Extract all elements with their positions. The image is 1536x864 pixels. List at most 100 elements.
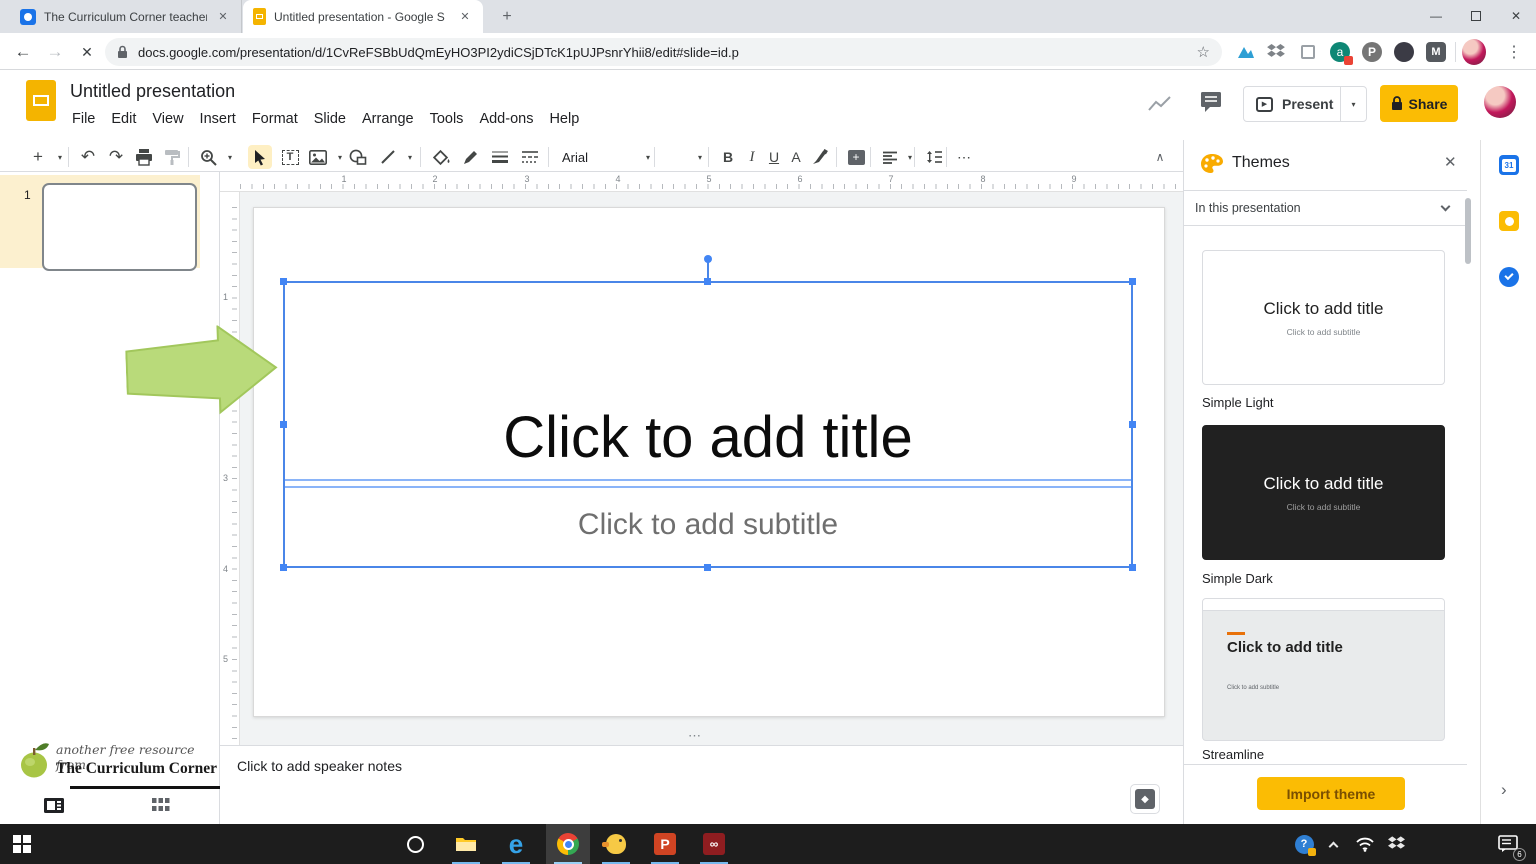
menu-tools[interactable]: Tools (422, 108, 472, 130)
grid-view-icon[interactable] (152, 798, 170, 817)
tray-expand-chevron[interactable] (1318, 824, 1348, 864)
keep-icon[interactable] (1499, 211, 1519, 231)
slides-app-icon[interactable] (26, 80, 56, 121)
notes-drag-handle[interactable]: ⋯ (688, 728, 703, 744)
zoom-dropdown[interactable]: ▾ (218, 145, 242, 169)
file-explorer-icon[interactable] (444, 824, 488, 864)
document-title[interactable]: Untitled presentation (70, 81, 235, 102)
slide-thumbnail[interactable] (42, 183, 197, 271)
font-family-select[interactable]: Arial (562, 145, 642, 169)
resize-handle-sw[interactable] (280, 564, 287, 571)
wave-extension-icon[interactable] (1234, 40, 1258, 64)
subtitle-placeholder-text[interactable]: Click to add subtitle (285, 490, 1131, 560)
filmstrip-view-icon[interactable] (44, 798, 64, 818)
action-center-button[interactable]: 6 (1488, 824, 1528, 864)
title-placeholder-selection[interactable]: Click to add title Click to add subtitle (280, 255, 1136, 571)
bookmark-star-icon[interactable]: ☆ (1197, 43, 1210, 61)
insert-line-dropdown[interactable]: ▾ (398, 145, 422, 169)
themes-scrollbar[interactable] (1465, 198, 1471, 264)
powerpoint-icon[interactable]: P (643, 824, 687, 864)
grammar-extension-icon[interactable]: a (1328, 40, 1353, 65)
tab-untitled-presentation[interactable]: Untitled presentation - Google S ✕ (243, 0, 483, 33)
stop-button[interactable]: ✕ (76, 41, 98, 63)
insert-shape-button[interactable] (346, 145, 370, 169)
pinterest-extension-icon[interactable]: P (1360, 40, 1384, 64)
in-this-presentation-row[interactable]: In this presentation (1184, 190, 1467, 226)
present-button[interactable]: ▶ Present ▾ (1243, 86, 1367, 122)
wifi-icon[interactable] (1348, 824, 1382, 864)
hide-side-panel-button[interactable]: › (1501, 780, 1507, 800)
resize-handle-ne[interactable] (1129, 278, 1136, 285)
dropbox-extension-icon[interactable] (1264, 40, 1288, 64)
title-placeholder-text[interactable]: Click to add title (285, 401, 1131, 473)
cyberduck-icon[interactable] (594, 824, 638, 864)
quick-assist-tray-icon[interactable]: ? (1286, 824, 1322, 864)
resize-handle-e[interactable] (1129, 420, 1136, 428)
insert-image-button[interactable] (306, 145, 330, 169)
window-minimize-button[interactable]: — (1416, 0, 1456, 32)
account-avatar[interactable] (1484, 86, 1516, 118)
menu-file[interactable]: File (64, 108, 103, 130)
menu-help[interactable]: Help (541, 108, 587, 130)
menu-arrange[interactable]: Arrange (354, 108, 422, 130)
theme-card-streamline[interactable]: Click to add title Click to add subtitle (1202, 598, 1445, 741)
present-dropdown[interactable]: ▾ (1340, 87, 1366, 121)
text-color-button[interactable]: A (784, 145, 808, 169)
tasks-icon[interactable] (1499, 267, 1519, 287)
edge-icon[interactable]: e (494, 824, 538, 864)
tab-close-icon[interactable]: ✕ (215, 9, 231, 25)
resize-handle-w[interactable] (280, 420, 287, 428)
start-button[interactable] (0, 824, 44, 864)
italic-button[interactable]: I (740, 145, 764, 169)
theme-card-simple-light[interactable]: Click to add title Click to add subtitle (1202, 250, 1445, 385)
border-weight-button[interactable] (488, 145, 512, 169)
more-options-button[interactable]: ⋯ (952, 145, 976, 169)
resize-handle-nw[interactable] (280, 278, 287, 285)
line-spacing-button[interactable] (922, 145, 946, 169)
border-dash-button[interactable] (518, 145, 542, 169)
undo-button[interactable]: ↶ (76, 145, 100, 169)
new-tab-button[interactable]: + (492, 0, 522, 33)
hide-menus-button[interactable]: ∧ (1148, 145, 1172, 169)
comment-history-button[interactable] (1199, 90, 1225, 119)
text-box-button[interactable]: T (278, 145, 302, 169)
import-theme-button[interactable]: Import theme (1257, 777, 1405, 810)
calendar-icon[interactable]: 31 (1499, 155, 1519, 175)
back-button[interactable]: ← (12, 41, 34, 63)
slide-canvas[interactable]: Click to add title Click to add subtitle (253, 207, 1165, 717)
border-color-button[interactable] (458, 145, 482, 169)
zoom-button[interactable] (196, 145, 220, 169)
theme-card-simple-dark[interactable]: Click to add title Click to add subtitle (1202, 425, 1445, 560)
tab-curriculum-corner[interactable]: The Curriculum Corner teachers ✕ (10, 0, 242, 33)
m-extension-icon[interactable]: M (1424, 40, 1448, 64)
menu-view[interactable]: View (144, 108, 191, 130)
select-tool-button[interactable] (248, 145, 272, 169)
slide-thumbnail-row[interactable]: 1 (0, 175, 200, 271)
insert-comment-button[interactable]: + (844, 145, 868, 169)
screenshot-extension-icon[interactable] (1296, 40, 1320, 64)
cortana-button[interactable] (393, 824, 437, 864)
window-maximize-button[interactable] (1456, 0, 1496, 32)
forward-button[interactable]: → (44, 41, 66, 63)
menu-slide[interactable]: Slide (306, 108, 354, 130)
paint-format-button[interactable] (160, 145, 184, 169)
menu-insert[interactable]: Insert (192, 108, 244, 130)
document-stats-icon[interactable] (1148, 96, 1172, 117)
align-dropdown[interactable]: ▾ (898, 145, 922, 169)
browser-menu-button[interactable]: ⋮ (1502, 40, 1526, 64)
print-button[interactable] (132, 145, 156, 169)
redo-button[interactable]: ↷ (104, 145, 128, 169)
speaker-notes-placeholder[interactable]: Click to add speaker notes (237, 758, 402, 774)
rotation-handle[interactable] (704, 255, 712, 263)
font-family-dropdown[interactable]: ▾ (636, 145, 660, 169)
dropbox-tray-icon[interactable] (1380, 824, 1412, 864)
resize-handle-se[interactable] (1129, 564, 1136, 571)
fill-color-button[interactable] (430, 145, 454, 169)
themes-close-button[interactable]: ✕ (1444, 153, 1457, 171)
url-bar[interactable]: docs.google.com/presentation/d/1CvReFSBb… (105, 38, 1222, 66)
dark-extension-icon[interactable] (1392, 40, 1416, 64)
menu-format[interactable]: Format (244, 108, 306, 130)
resize-handle-n[interactable] (704, 278, 711, 285)
menu-addons[interactable]: Add-ons (471, 108, 541, 130)
bold-button[interactable]: B (716, 145, 740, 169)
